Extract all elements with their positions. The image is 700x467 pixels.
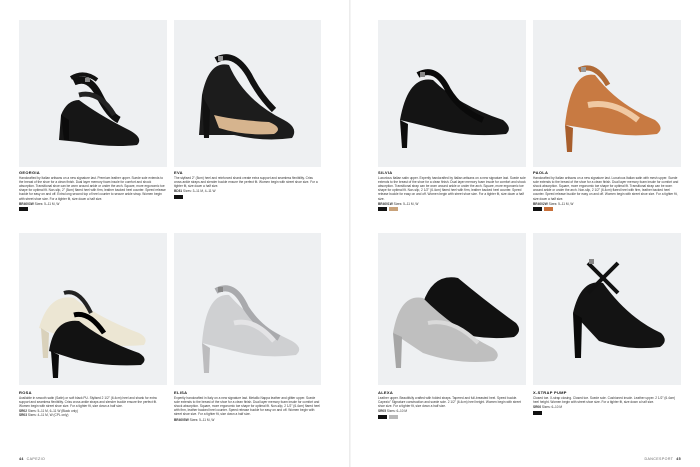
color-swatches [533,410,681,415]
silver-black-pump-pair-icon [393,277,520,368]
product-name: EVA [174,170,183,175]
product-name: X-STRAP PUMP [533,390,567,395]
product-description: Available in smooth satin (Satin) or sof… [19,396,157,409]
product-sku: SR06 Sizes: 6–10 M [533,405,681,409]
product-photo[interactable] [19,233,167,385]
black-tan-sandal-icon [199,54,295,140]
product-name: GEORGIA [19,170,40,175]
footer-brand: DANCESPORT [644,457,674,461]
sku-sizes: Sizes: 4–11 M, W (CPL only) [27,413,69,418]
product-photo[interactable] [378,233,526,385]
footer-brand: CAPEZIO [26,457,46,461]
product-sku: BD81 Sizes: 3–11 M, 4–11 W [174,189,321,193]
silver-sandal-icon [202,285,300,373]
color-swatch-black[interactable] [378,207,387,212]
product-info: ROSA Available in smooth satin (Satin) o… [19,390,167,418]
sku-code: BR4001W [378,201,393,206]
product-sku: BR4003W Sizes: 5–11 M, W [19,202,167,206]
product-info: ALEXA Leather upper. Beautifully crafted… [378,390,526,419]
color-swatch-silver[interactable] [389,414,398,419]
product-sku: BR4005W Sizes: 5–11 M, W [174,418,321,422]
product-info: PAOLA Handcrafted by Italian artisans on… [533,170,681,212]
sku-sizes: Sizes: 3–11 M, 4–11 W [183,189,216,194]
product-description: Closed toe. X-strap closing. Closed toe.… [533,396,676,405]
color-swatches [19,207,167,212]
color-swatch-black[interactable] [533,207,542,212]
product-info: GEORGIA Handcrafted by Italian artisans … [19,170,167,212]
product-photo[interactable] [533,233,681,385]
black-strappy-sandal-icon [59,72,140,146]
color-swatch-tan[interactable] [389,207,398,212]
sku-code: BD81 [174,189,183,194]
product-description: Expertly handcrafted in Italy on a new s… [174,396,320,417]
color-swatch-black[interactable] [19,207,28,212]
color-swatch-black[interactable] [174,194,183,199]
sku-code: SR05 [378,409,386,414]
color-swatch-copper[interactable] [544,207,553,212]
product-sku-2: SR03 Sizes: 4–11 M, W (CPL only) [19,413,167,417]
product-sku: SR05 Sizes: 6–10 M [378,409,526,413]
black-satin-sandal-icon [400,69,509,148]
color-swatches [378,414,526,419]
page-number: 44 [19,457,24,461]
right-footer: DANCESPORT 45 [644,457,681,461]
sku-sizes: Sizes: 6–10 M [386,409,408,414]
product-photo[interactable] [378,20,526,167]
color-swatches [533,207,681,212]
sku-code: SR03 [19,413,27,418]
left-footer: 44 CAPEZIO [19,457,45,461]
color-swatches [174,194,321,199]
product-name: PAOLA [533,170,549,175]
page-number: 45 [676,457,681,461]
product-description: Handcrafted by Italian artisans on a new… [533,176,679,201]
product-description: The stylised 2" (5cm) heel and reinforce… [174,176,318,189]
product-sku: BR4001W Sizes: 5–11 M, W [378,202,526,206]
product-name: ALEXA [378,390,394,395]
product-description: Luxurious Italian satin upper. Expertly … [378,176,526,201]
product-description: Handcrafted by Italian artisans on a new… [19,176,166,201]
page-spine [349,0,351,467]
product-name: ELISA [174,390,188,395]
sku-code: BR4003W [19,201,34,206]
product-description: Leather upper. Beautifully crafted with … [378,396,521,409]
sku-sizes: Sizes: 5–11 M, W [189,417,215,422]
sku-sizes: Sizes: 5–11 M, W [548,201,574,206]
sku-code: SR06 [533,405,541,410]
color-swatch-black[interactable] [533,410,542,415]
bronze-sandal-icon [565,65,661,152]
product-name: ROSA [19,390,32,395]
product-name: SILVIA [378,170,393,175]
sku-sizes: Sizes: 5–11 M, W [393,201,419,206]
sku-code: BR4002W [533,201,548,206]
product-photo[interactable] [19,20,167,167]
sku-code: BR4005W [174,417,189,422]
product-info: ELISA Expertly handcrafted in Italy on a… [174,390,321,422]
color-swatches [378,207,526,212]
sku-sizes: Sizes: 5–11 M, W [34,201,60,206]
sku-sizes: Sizes: 6–10 M [541,405,563,410]
black-cream-sandal-pair-icon [39,290,146,378]
product-info: EVA The stylised 2" (5cm) heel and reinf… [174,170,321,199]
product-photo[interactable] [174,20,321,167]
product-photo[interactable] [174,233,321,385]
product-photo[interactable] [533,20,681,167]
product-sku: BR4002W Sizes: 5–11 M, W [533,202,681,206]
black-x-strap-pump-icon [573,259,665,358]
color-swatch-black[interactable] [378,414,387,419]
product-info: X-STRAP PUMP Closed toe. X-strap closing… [533,390,681,415]
product-info: SILVIA Luxurious Italian satin upper. Ex… [378,170,526,212]
